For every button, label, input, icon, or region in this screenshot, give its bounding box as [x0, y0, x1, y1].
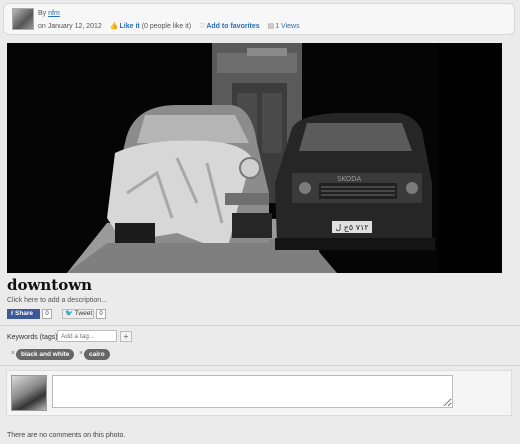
facebook-share-label: Share [14, 310, 34, 317]
remove-tag-icon[interactable]: × [11, 350, 15, 357]
meta-actions: on January 12, 2012 👍Like it (0 people l… [38, 22, 300, 30]
comment-form [6, 370, 512, 416]
comment-input[interactable] [52, 375, 453, 408]
photo-title: downtown [7, 276, 93, 294]
thumbs-up-icon[interactable]: 👍 [110, 22, 119, 30]
by-label: By [38, 10, 47, 17]
like-link[interactable]: Like it [120, 23, 140, 30]
author-avatar[interactable] [12, 8, 34, 30]
add-tag-button[interactable]: + [120, 331, 132, 342]
car-badge-text: SKODA [337, 175, 361, 183]
photo-image[interactable]: SKODA ٧١٢ ٥ج ل [7, 43, 502, 273]
street-photo-svg: SKODA ٧١٢ ٥ج ل [7, 43, 502, 273]
keywords-label: Keywords (tags): [7, 334, 60, 341]
author-link[interactable]: nfm [48, 10, 60, 17]
tag-chip[interactable]: cairo [84, 349, 110, 360]
divider [0, 325, 520, 326]
date-text: on January 12, 2012 [38, 23, 102, 30]
views-icon: ▤ [267, 23, 275, 30]
add-favorites-link[interactable]: Add to favorites [206, 23, 259, 30]
license-plate-text: ٧١٢ ٥ج ل [335, 223, 368, 232]
byline: By nfm [38, 10, 60, 17]
facebook-share-count: 0 [42, 309, 52, 319]
tweet-button[interactable]: 🐦 Tweet [62, 309, 94, 319]
commenter-avatar [11, 375, 47, 411]
views-count: 1 Views [275, 23, 300, 30]
facebook-icon: f [11, 310, 14, 317]
tag-chip[interactable]: black and white [16, 349, 75, 360]
add-description-link[interactable]: Click here to add a description... [7, 297, 107, 304]
add-tag-input[interactable] [57, 330, 117, 342]
like-count: (0 people like it) [141, 23, 192, 30]
no-comments-message: There are no comments on this photo. [7, 432, 126, 439]
remove-tag-icon[interactable]: × [79, 350, 83, 357]
divider [0, 365, 520, 366]
twitter-bird-icon: 🐦 [65, 310, 74, 317]
tweet-label: Tweet [74, 310, 93, 317]
photo-info-bar: By nfm on January 12, 2012 👍Like it (0 p… [3, 3, 515, 35]
facebook-share-button[interactable]: f Share [7, 309, 40, 319]
tweet-count: 0 [96, 309, 106, 319]
heart-icon[interactable]: ♡ [199, 22, 205, 30]
